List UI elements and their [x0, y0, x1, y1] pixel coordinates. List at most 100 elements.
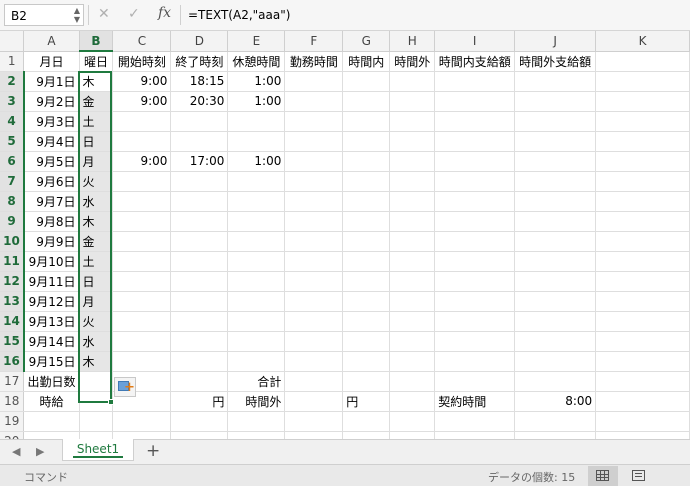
cell-k20[interactable] [595, 431, 690, 439]
cell-h2[interactable] [389, 71, 436, 92]
cell-d1[interactable]: 終了時刻 [170, 51, 229, 72]
cell-f13[interactable] [284, 291, 344, 312]
cell-c19[interactable] [112, 411, 172, 432]
cell-k1[interactable] [595, 51, 690, 72]
name-box[interactable]: B2 ▲ ▼ [4, 4, 84, 26]
cell-k17[interactable] [595, 371, 690, 392]
cell-b20[interactable] [79, 431, 114, 439]
cell-g11[interactable] [342, 251, 391, 272]
cell-i17[interactable] [434, 371, 516, 392]
cell-a1[interactable]: 月日 [23, 51, 80, 72]
cell-i13[interactable] [434, 291, 516, 312]
cell-a4[interactable]: 9月3日 [23, 111, 80, 132]
prev-sheet-icon[interactable]: ◀ [12, 445, 20, 458]
cell-a5[interactable]: 9月4日 [23, 131, 80, 152]
page-layout-view-button[interactable] [624, 466, 654, 486]
cell-f9[interactable] [284, 211, 344, 232]
cell-j20[interactable] [514, 431, 597, 439]
cell-f3[interactable] [284, 91, 344, 112]
cell-d9[interactable] [170, 211, 229, 232]
cell-b1[interactable]: 曜日 [79, 51, 114, 72]
normal-view-button[interactable] [588, 466, 618, 486]
cell-j12[interactable] [514, 271, 597, 292]
cell-j14[interactable] [514, 311, 597, 332]
cell-b19[interactable] [79, 411, 114, 432]
cell-d5[interactable] [170, 131, 229, 152]
cell-b3[interactable]: 金 [79, 91, 114, 112]
cell-e17[interactable]: 合計 [227, 371, 286, 392]
cell-b13[interactable]: 月 [79, 291, 114, 312]
cell-e9[interactable] [227, 211, 286, 232]
cell-h19[interactable] [389, 411, 436, 432]
cell-g16[interactable] [342, 351, 391, 372]
cell-a19[interactable] [23, 411, 80, 432]
cell-g14[interactable] [342, 311, 391, 332]
cell-f5[interactable] [284, 131, 344, 152]
row-header[interactable]: 5 [0, 131, 25, 152]
cell-g17[interactable] [342, 371, 391, 392]
cell-i7[interactable] [434, 171, 516, 192]
row-header[interactable]: 12 [0, 271, 25, 292]
cell-b11[interactable]: 土 [79, 251, 114, 272]
cell-d3[interactable]: 20:30 [170, 91, 229, 112]
cell-g2[interactable] [342, 71, 391, 92]
next-sheet-icon[interactable]: ▶ [36, 445, 44, 458]
cell-a9[interactable]: 9月8日 [23, 211, 80, 232]
cell-e6[interactable]: 1:00 [227, 151, 286, 172]
cell-d15[interactable] [170, 331, 229, 352]
cell-i3[interactable] [434, 91, 516, 112]
cell-f12[interactable] [284, 271, 344, 292]
cell-b12[interactable]: 日 [79, 271, 114, 292]
cell-h18[interactable] [389, 391, 436, 412]
cell-i14[interactable] [434, 311, 516, 332]
tab-sheet1[interactable]: Sheet1 [62, 439, 134, 461]
cell-a3[interactable]: 9月2日 [23, 91, 80, 112]
column-header-b[interactable]: B [79, 31, 114, 52]
cell-a7[interactable]: 9月6日 [23, 171, 80, 192]
cancel-icon[interactable]: ✕ [98, 6, 110, 22]
chevron-updown-icon[interactable]: ▲ ▼ [74, 6, 80, 24]
cell-a6[interactable]: 9月5日 [23, 151, 80, 172]
cell-i12[interactable] [434, 271, 516, 292]
row-header[interactable]: 15 [0, 331, 25, 352]
cell-j4[interactable] [514, 111, 597, 132]
cell-h14[interactable] [389, 311, 436, 332]
confirm-icon[interactable]: ✓ [128, 6, 140, 22]
row-header[interactable]: 17 [0, 371, 25, 392]
cell-k4[interactable] [595, 111, 690, 132]
cell-c3[interactable]: 9:00 [112, 91, 172, 112]
cell-f11[interactable] [284, 251, 344, 272]
cell-i19[interactable] [434, 411, 516, 432]
cell-i6[interactable] [434, 151, 516, 172]
cell-c20[interactable] [112, 431, 172, 439]
cell-c11[interactable] [112, 251, 172, 272]
cell-e13[interactable] [227, 291, 286, 312]
cell-j18[interactable]: 8:00 [514, 391, 597, 412]
cell-c5[interactable] [112, 131, 172, 152]
cell-j5[interactable] [514, 131, 597, 152]
cell-h17[interactable] [389, 371, 436, 392]
cell-c15[interactable] [112, 331, 172, 352]
cell-k15[interactable] [595, 331, 690, 352]
row-header[interactable]: 16 [0, 351, 25, 372]
select-all-corner[interactable] [0, 31, 25, 52]
cell-b17[interactable] [79, 371, 114, 392]
cell-f20[interactable] [284, 431, 344, 439]
column-header-k[interactable]: K [595, 31, 690, 52]
cell-g20[interactable] [342, 431, 391, 439]
cell-j17[interactable] [514, 371, 597, 392]
cell-f8[interactable] [284, 191, 344, 212]
cell-h11[interactable] [389, 251, 436, 272]
cell-k2[interactable] [595, 71, 690, 92]
cell-g5[interactable] [342, 131, 391, 152]
column-header-g[interactable]: G [342, 31, 391, 52]
cell-h7[interactable] [389, 171, 436, 192]
cell-j11[interactable] [514, 251, 597, 272]
row-header[interactable]: 1 [0, 51, 25, 72]
cell-f14[interactable] [284, 311, 344, 332]
cell-a10[interactable]: 9月9日 [23, 231, 80, 252]
cell-f18[interactable] [284, 391, 344, 412]
cell-b8[interactable]: 水 [79, 191, 114, 212]
cell-a17[interactable]: 出勤日数 [23, 371, 80, 392]
fill-handle[interactable] [108, 399, 114, 405]
